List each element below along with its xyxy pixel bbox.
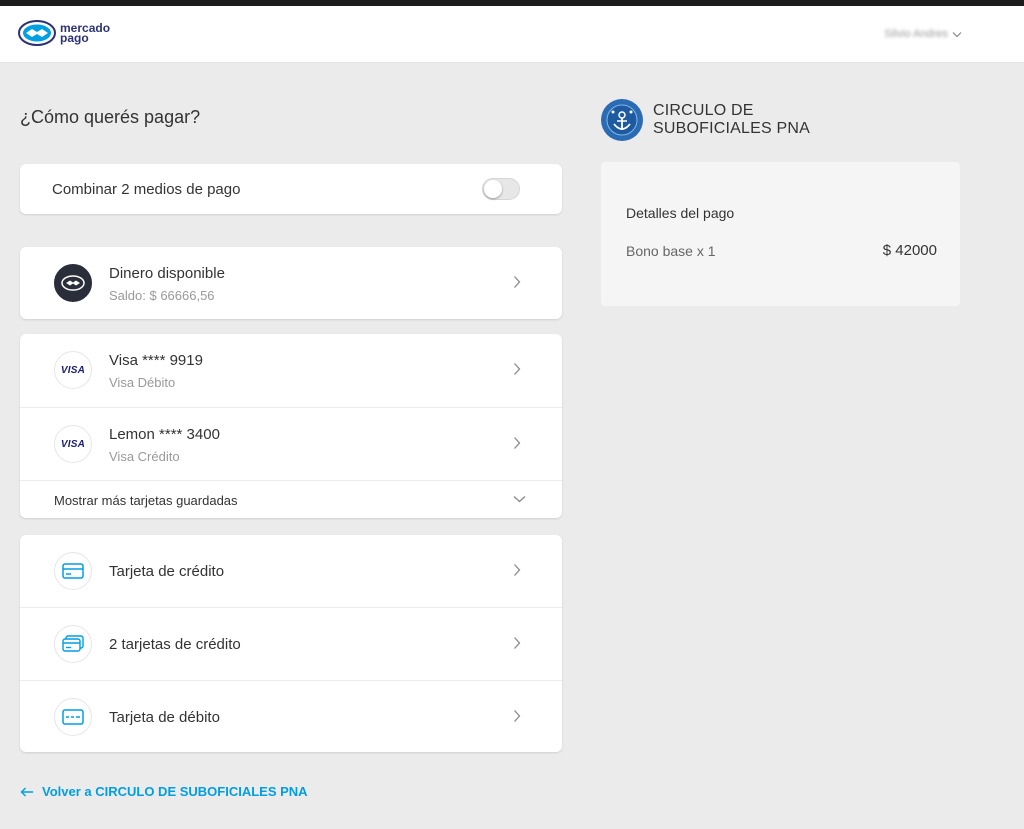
chevron-right-icon xyxy=(514,437,521,449)
new-method-label: Tarjeta de débito xyxy=(109,709,220,726)
new-method-debit-card[interactable]: Tarjeta de débito xyxy=(20,680,562,752)
page-title: ¿Cómo querés pagar? xyxy=(20,107,201,127)
anchor-emblem-icon xyxy=(606,104,638,136)
method-icon-badge xyxy=(54,698,92,736)
saved-cards-card: VISA Visa **** 9919 Visa Débito VISA Lem… xyxy=(20,334,562,518)
saved-card-title: Lemon **** 3400 xyxy=(109,426,220,443)
user-name: Silvio Andres xyxy=(884,28,948,40)
chevron-down-icon xyxy=(952,31,962,37)
method-icon-badge xyxy=(54,552,92,590)
new-method-two-cards[interactable]: 2 tarjetas de crédito xyxy=(20,607,562,679)
chevron-right-icon xyxy=(514,710,521,722)
balance-card: Dinero disponible Saldo: $ 66666,56 xyxy=(20,247,562,319)
back-link-label: Volver a CIRCULO DE SUBOFICIALES PNA xyxy=(42,784,308,799)
card-brand-badge: VISA xyxy=(54,351,92,389)
credit-card-icon xyxy=(62,563,84,579)
merchant-name-line1: CIRCULO DE xyxy=(653,102,754,119)
handshake-logo-icon xyxy=(18,20,56,46)
payment-item-label: Bono base x 1 xyxy=(626,243,716,259)
back-to-merchant-link[interactable]: Volver a CIRCULO DE SUBOFICIALES PNA xyxy=(20,784,308,799)
merchant-name-line2: SUBOFICIALES PNA xyxy=(653,120,811,137)
balance-icon xyxy=(54,264,92,302)
show-more-cards-label: Mostrar más tarjetas guardadas xyxy=(54,493,238,508)
merchant-logo xyxy=(601,99,643,141)
payment-details-heading: Detalles del pago xyxy=(626,205,735,221)
card-brand-badge: VISA xyxy=(54,425,92,463)
payment-details-panel: Detalles del pago Bono base x 1 $ 42000 xyxy=(601,162,960,306)
handshake-icon xyxy=(61,275,85,291)
new-method-label: Tarjeta de crédito xyxy=(109,563,225,580)
balance-subtitle: Saldo: $ 66666,56 xyxy=(109,288,215,303)
show-more-cards-button[interactable]: Mostrar más tarjetas guardadas xyxy=(20,480,562,518)
new-method-label: 2 tarjetas de crédito xyxy=(109,636,241,653)
saved-card-row[interactable]: VISA Visa **** 9919 Visa Débito xyxy=(20,334,562,406)
merchant-info: CIRCULO DE SUBOFICIALES PNA xyxy=(601,99,833,141)
mercado-pago-logo[interactable]: mercado pago xyxy=(18,20,110,46)
arrow-left-icon xyxy=(20,787,33,796)
chevron-right-icon xyxy=(514,363,521,375)
balance-option[interactable]: Dinero disponible Saldo: $ 66666,56 xyxy=(20,247,562,319)
saved-card-row[interactable]: VISA Lemon **** 3400 Visa Crédito xyxy=(20,407,562,479)
two-cards-icon xyxy=(62,635,84,652)
combine-payment-toggle[interactable] xyxy=(482,178,520,200)
toggle-knob xyxy=(484,180,502,198)
payment-item-amount: $ 42000 xyxy=(882,242,937,259)
user-menu[interactable]: Silvio Andres xyxy=(884,28,962,40)
saved-card-subtitle: Visa Débito xyxy=(109,375,176,390)
top-header: mercado pago Silvio Andres xyxy=(0,6,1024,63)
saved-card-title: Visa **** 9919 xyxy=(109,352,203,369)
visa-logo-icon: VISA xyxy=(60,364,86,376)
combine-payment-card: Combinar 2 medios de pago xyxy=(20,164,562,214)
chevron-right-icon xyxy=(514,564,521,576)
new-method-credit-card[interactable]: Tarjeta de crédito xyxy=(20,535,562,607)
chevron-right-icon xyxy=(514,637,521,649)
combine-payment-label: Combinar 2 medios de pago xyxy=(52,181,241,198)
chevron-down-icon xyxy=(513,496,526,503)
debit-card-icon xyxy=(62,709,84,725)
method-icon-badge xyxy=(54,625,92,663)
visa-logo-icon: VISA xyxy=(60,438,86,450)
balance-title: Dinero disponible xyxy=(109,265,225,282)
chevron-right-icon xyxy=(514,276,521,288)
saved-card-subtitle: Visa Crédito xyxy=(109,449,180,464)
new-methods-card: Tarjeta de crédito 2 tarjetas de crédito xyxy=(20,535,562,752)
